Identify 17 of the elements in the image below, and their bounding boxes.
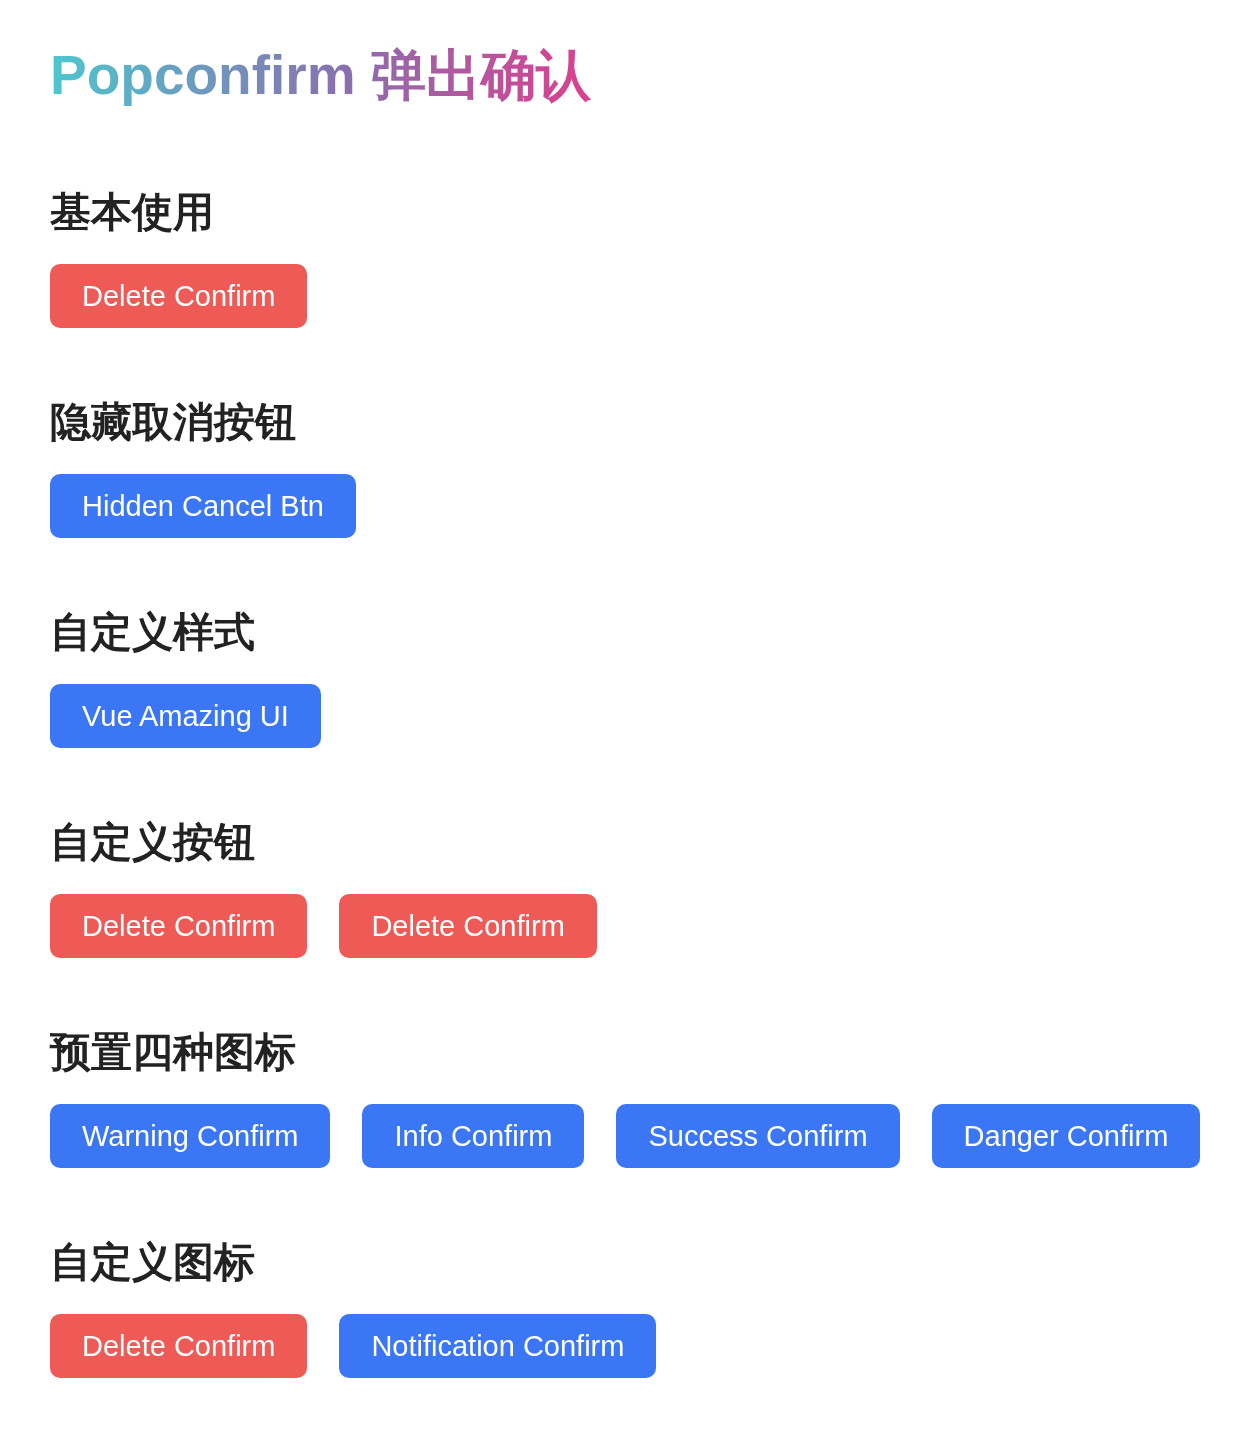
confirm-button[interactable]: Success Confirm [616,1104,900,1168]
confirm-button[interactable]: Danger Confirm [931,1104,1201,1168]
section-heading: 自定义图标 [50,1238,255,1286]
section-heading: 基本使用 [50,188,214,236]
confirm-button[interactable]: Delete Confirm [50,264,308,328]
confirm-button[interactable]: Notification Confirm [339,1314,657,1378]
section-heading: 预置四种图标 [50,1028,296,1076]
confirm-button[interactable]: Info Confirm [362,1104,585,1168]
section-heading: 自定义样式 [50,608,255,656]
confirm-button[interactable]: Vue Amazing UI [50,684,321,748]
confirm-button[interactable]: Hidden Cancel Btn [50,474,356,538]
confirm-button[interactable]: Warning Confirm [50,1104,331,1168]
confirm-button[interactable]: Delete Confirm [50,1314,308,1378]
section-heading: 隐藏取消按钮 [50,398,296,446]
confirm-button[interactable]: Delete Confirm [339,894,597,958]
confirm-button[interactable]: Delete Confirm [50,894,308,958]
section-heading: 自定义按钮 [50,818,255,866]
